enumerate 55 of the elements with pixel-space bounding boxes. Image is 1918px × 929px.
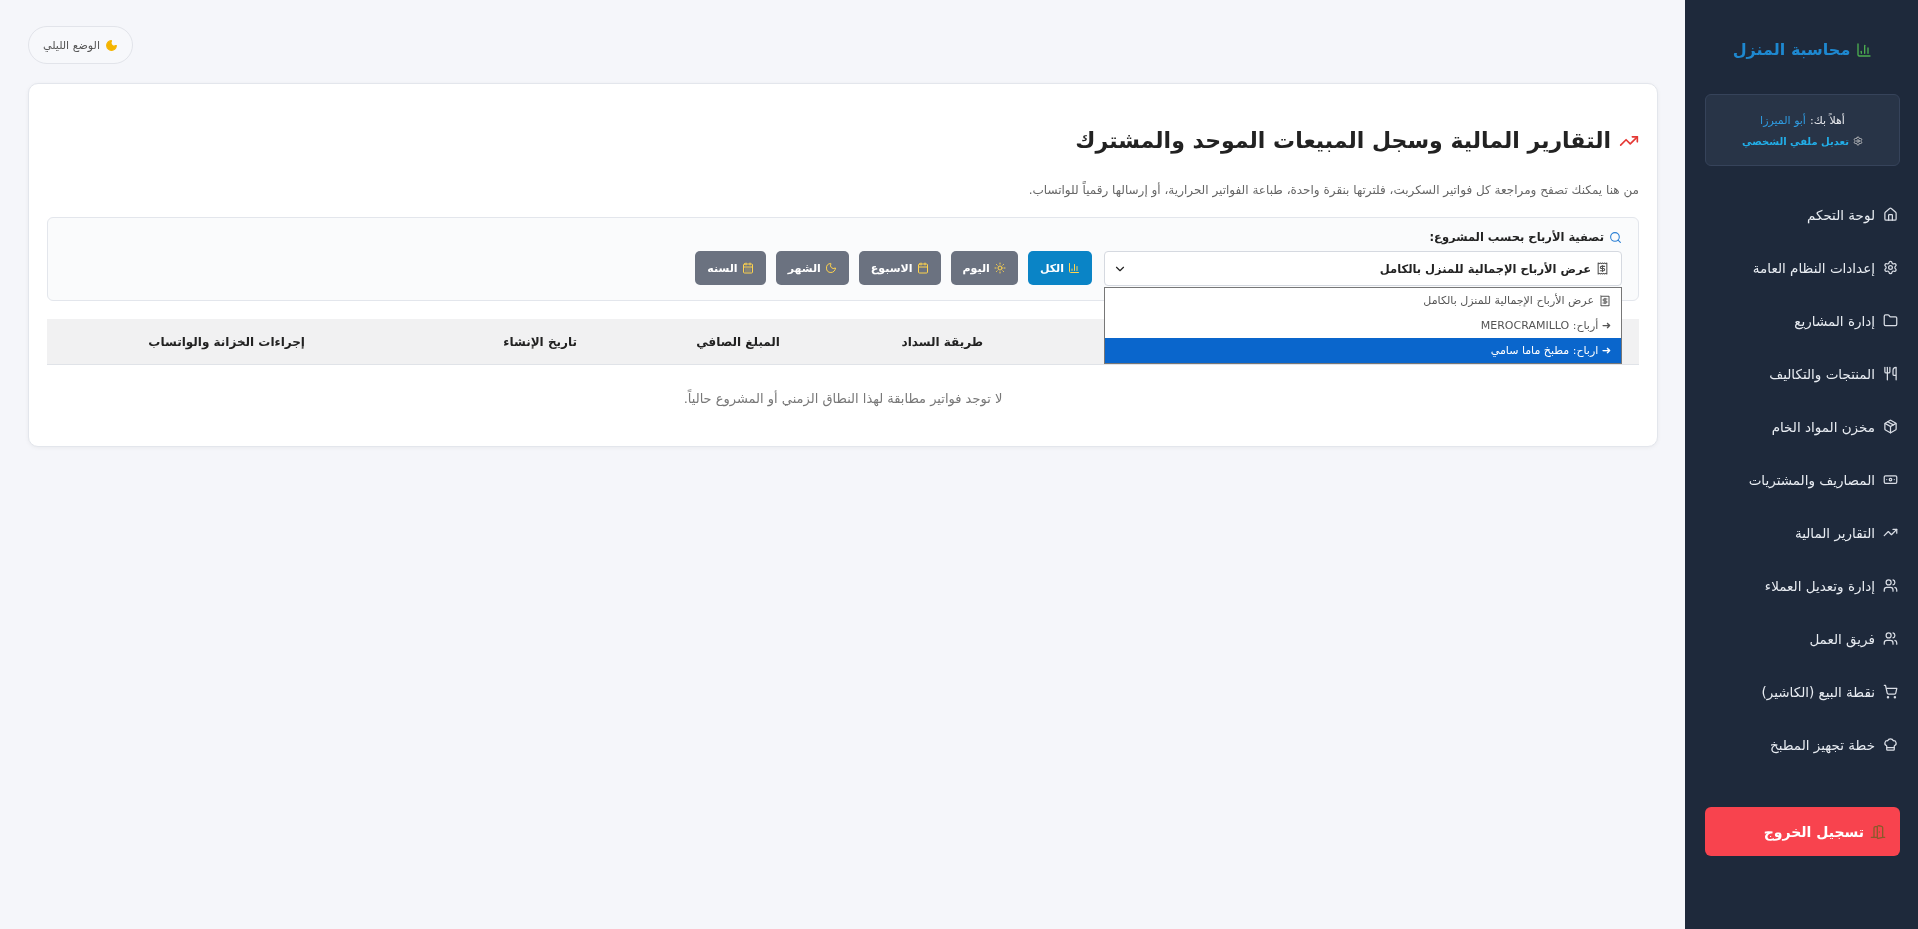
greeting-label: أهلاً بك: [1809, 113, 1845, 127]
shopping-cart-icon [1883, 684, 1898, 699]
period-button[interactable]: الكل [1027, 251, 1092, 285]
door-icon [1870, 823, 1886, 840]
chef-hat-icon [1883, 737, 1898, 752]
sidebar-item[interactable]: فريق العمل [1705, 612, 1900, 665]
package-icon [1883, 419, 1898, 434]
page-description: من هنا يمكنك تصفح ومراجعة كل فواتير السكربت، فلترتها بنقرة واحدة، طباعة الفواتير الحرارية، أو إرسالها رقمياً للواتساب. [1027, 183, 1639, 197]
sidebar-item[interactable]: خطة تجهيز المطبخ [1705, 718, 1900, 771]
users-icon [1883, 631, 1898, 646]
calendar-icon [916, 262, 929, 274]
sidebar-item[interactable]: المنتجات والتكاليف [1705, 347, 1900, 400]
settings-icon [1883, 260, 1898, 275]
empty-message: لا توجد فواتير مطابقة لهذا النطاق الزمني أو المشروع حالياً. [682, 388, 1004, 406]
receipt-icon [1596, 262, 1609, 275]
sidebar-item[interactable]: لوحة التحكم [1705, 188, 1900, 241]
users-icon [1883, 578, 1898, 593]
search-icon [1609, 230, 1622, 244]
period-button[interactable]: الاسبوع [858, 251, 941, 285]
page-title: التقارير المالية وسجل المبيعات الموحد والمشترك [1075, 128, 1611, 153]
bar-chart-icon [1856, 41, 1873, 58]
house-icon [1883, 207, 1898, 222]
project-select[interactable]: عرض الأرباح الإجمالية للمنزل بالكامل [1104, 251, 1622, 286]
select-value: عرض الأرباح الإجمالية للمنزل بالكامل [1379, 261, 1591, 276]
sun-icon [993, 262, 1006, 274]
utensils-icon [1883, 366, 1898, 381]
column-header: تاريخ الإنشاء [502, 334, 577, 349]
calendar-icon [741, 262, 754, 274]
banknote-icon [1883, 472, 1898, 487]
sidebar-item[interactable]: المصاريف والمشتريات [1705, 453, 1900, 506]
receipt-icon [1599, 294, 1611, 307]
period-button[interactable]: الشهر [775, 251, 849, 285]
logout-button[interactable]: تسجيل الخروج [1705, 807, 1900, 856]
edit-profile-link[interactable]: تعديل ملفي الشخصي [1742, 135, 1863, 147]
user-name: أبو الميرزا [1760, 113, 1806, 127]
bar-chart-icon [1068, 262, 1080, 274]
sidebar-item[interactable]: إدارة المشاريع [1705, 294, 1900, 347]
brand-title: محاسبة المنزل [1732, 40, 1851, 59]
sidebar-item[interactable]: التقارير المالية [1705, 506, 1900, 559]
column-header: المبلغ الصافي [695, 334, 780, 349]
sidebar-item[interactable]: إعدادات النظام العامة [1705, 241, 1900, 294]
period-button[interactable]: اليوم [950, 251, 1018, 285]
column-header: طريقة السداد [900, 334, 983, 349]
moon-icon [104, 38, 118, 52]
sidebar-item[interactable]: نقطة البيع (الكاشير) [1705, 665, 1900, 718]
moon-icon [824, 262, 837, 274]
sidebar-item[interactable]: مخزن المواد الخام [1705, 400, 1900, 453]
dropdown-option[interactable]: ➜ ارباح: مطبخ ماما سامي [1105, 338, 1621, 363]
sidebar-item[interactable]: إدارة وتعديل العملاء [1705, 559, 1900, 612]
night-mode-toggle[interactable]: الوضع الليلي [28, 26, 133, 64]
folder-icon [1883, 313, 1898, 328]
settings-icon [1853, 136, 1863, 146]
filter-label: تصفية الأرباح بحسب المشروع: [1429, 230, 1604, 244]
column-header: إجراءات الخزانة والواتساب [147, 334, 305, 349]
period-button[interactable]: السنه [695, 251, 766, 285]
